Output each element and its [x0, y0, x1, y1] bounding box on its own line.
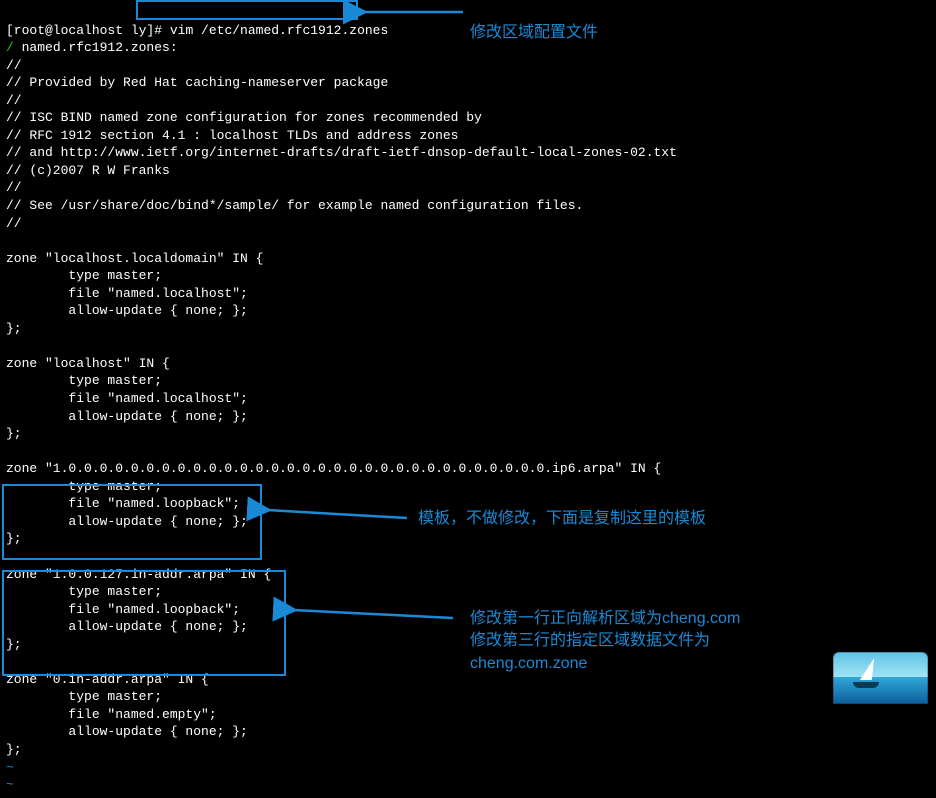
zone0-b2: allow-update { none; }; [6, 303, 248, 318]
zone4-close: }; [6, 742, 22, 757]
arrow-bottom [288, 600, 458, 630]
zone2-close: }; [6, 531, 22, 546]
arrow-middle [262, 498, 412, 528]
zone1-open: zone "localhost" IN { [6, 356, 170, 371]
zone4-open: zone "0.in-addr.arpa" IN { [6, 672, 209, 687]
annotation-bottom-l2: 修改第三行的指定区域数据文件为 [470, 632, 710, 649]
file-head-marker: / [6, 40, 14, 55]
zone2-b0: type master; [6, 479, 162, 494]
hdr6: // and http://www.ietf.org/internet-draf… [6, 145, 677, 160]
zone2-b2: allow-update { none; }; [6, 514, 248, 529]
tilde-0: ~ [6, 760, 14, 775]
hdr5: // RFC 1912 section 4.1 : localhost TLDs… [6, 128, 458, 143]
zone2-b1: file "named.loopback"; [6, 496, 240, 511]
zone0-open: zone "localhost.localdomain" IN { [6, 251, 263, 266]
zone0-b0: type master; [6, 268, 162, 283]
zone1-b0: type master; [6, 373, 162, 388]
zone1-b1: file "named.localhost"; [6, 391, 248, 406]
zone3-close: }; [6, 637, 22, 652]
annotation-bottom: 修改第一行正向解析区域为cheng.com 修改第三行的指定区域数据文件为 ch… [470, 608, 740, 675]
zone3-b0: type master; [6, 584, 162, 599]
zone0-b1: file "named.localhost"; [6, 286, 248, 301]
zone3-b1: file "named.loopback"; [6, 602, 240, 617]
zone4-b0: type master; [6, 689, 162, 704]
zone1-close: }; [6, 426, 22, 441]
zone2-open: zone "1.0.0.0.0.0.0.0.0.0.0.0.0.0.0.0.0.… [6, 461, 661, 476]
hdr8: // [6, 180, 22, 195]
annotation-middle: 模板，不做修改，下面是复制这里的模板 [418, 508, 706, 530]
command-text[interactable]: # vim /etc/named.rfc1912.zones [154, 23, 388, 38]
zone4-b2: allow-update { none; }; [6, 724, 248, 739]
zone3-open: zone "1.0.0.127.in-addr.arpa" IN { [6, 567, 271, 582]
hdr3: // [6, 93, 22, 108]
zone1-b2: allow-update { none; }; [6, 409, 248, 424]
hdr1: // [6, 58, 22, 73]
annotation-bottom-l1: 修改第一行正向解析区域为cheng.com [470, 610, 740, 627]
zone3-b2: allow-update { none; }; [6, 619, 248, 634]
zone4-b1: file "named.empty"; [6, 707, 217, 722]
terminal-output: [root@localhost ly]# vim /etc/named.rfc1… [0, 0, 936, 798]
hdr9: // See /usr/share/doc/bind*/sample/ for … [6, 198, 583, 213]
hdr7: // (c)2007 R W Franks [6, 163, 170, 178]
zone0-close: }; [6, 321, 22, 336]
hdr2: // Provided by Red Hat caching-nameserve… [6, 75, 388, 90]
taskbar-preview-icon[interactable] [833, 652, 928, 704]
hdr0: named.rfc1912.zones: [14, 40, 178, 55]
arrow-top [358, 2, 468, 22]
shell-prompt: [root@localhost ly] [6, 23, 154, 38]
annotation-bottom-l3: cheng.com.zone [470, 655, 587, 672]
hdr4: // ISC BIND named zone configuration for… [6, 110, 482, 125]
annotation-top: 修改区域配置文件 [470, 22, 598, 44]
tilde-1: ~ [6, 777, 14, 792]
hdr10: // [6, 216, 22, 231]
